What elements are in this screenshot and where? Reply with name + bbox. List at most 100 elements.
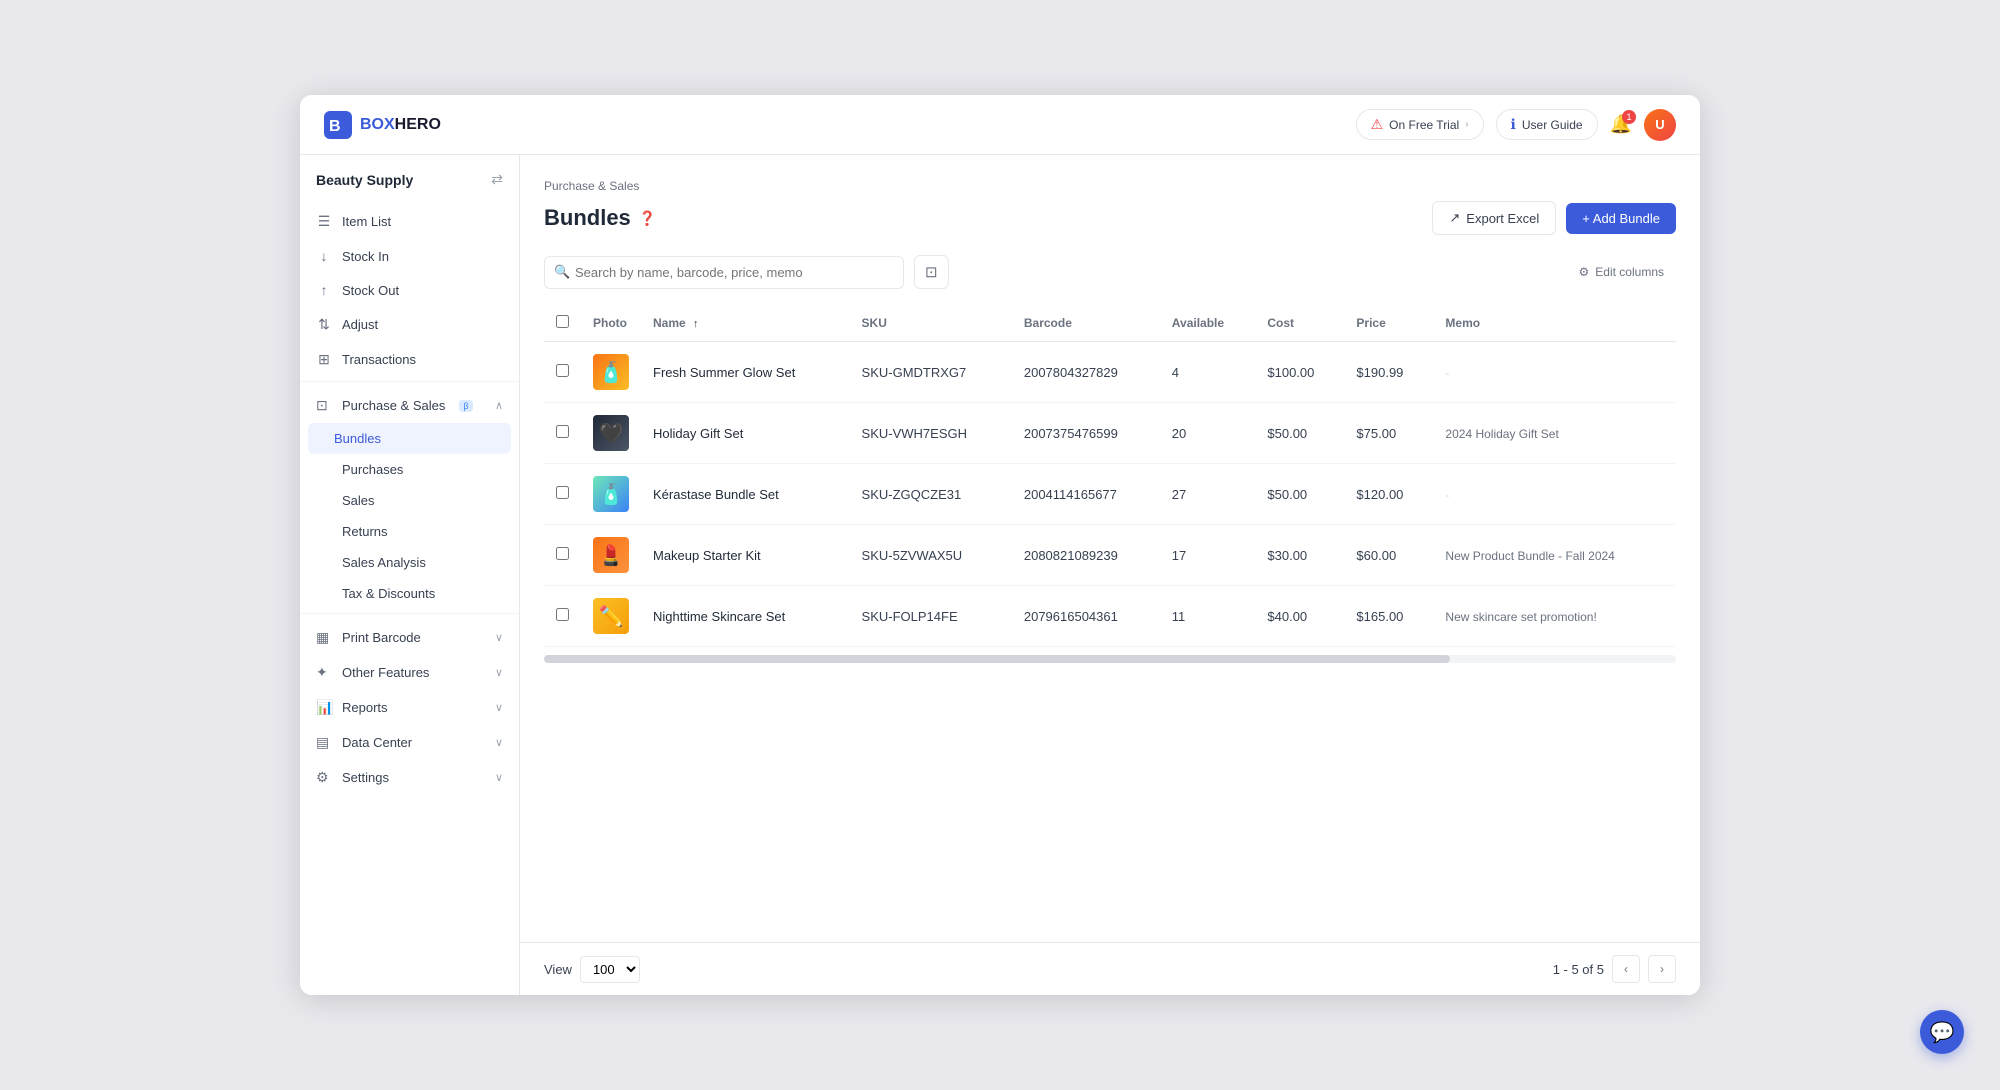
sidebar-item-transactions[interactable]: ⊞ Transactions bbox=[300, 342, 519, 377]
user-guide-label: User Guide bbox=[1522, 118, 1583, 132]
notifications-button[interactable]: 🔔 1 bbox=[1610, 114, 1632, 135]
svg-text:B: B bbox=[329, 118, 341, 135]
search-row: 🔍 ⊡ ⚙ Edit columns bbox=[544, 255, 1676, 289]
row-cost: $50.00 bbox=[1255, 464, 1344, 525]
barcode-scan-button[interactable]: ⊡ bbox=[914, 255, 949, 289]
warning-icon: ⚠ bbox=[1371, 116, 1384, 133]
row-checkbox[interactable] bbox=[556, 425, 569, 438]
sidebar-item-purchases[interactable]: Purchases bbox=[300, 454, 519, 485]
row-checkbox-cell bbox=[544, 342, 581, 403]
settings-icon: ⚙ bbox=[316, 769, 332, 786]
row-photo: 🧴 bbox=[581, 342, 641, 403]
row-memo: New Product Bundle - Fall 2024 bbox=[1433, 525, 1676, 586]
header-barcode: Barcode bbox=[1012, 305, 1160, 342]
sidebar-item-item-list[interactable]: ☰ Item List bbox=[300, 204, 519, 239]
header: B BOXHERO ⚠ On Free Trial › ℹ User Guide… bbox=[300, 95, 1700, 155]
avatar[interactable]: U bbox=[1644, 109, 1676, 141]
row-cost: $30.00 bbox=[1255, 525, 1344, 586]
next-page-button[interactable]: › bbox=[1648, 955, 1676, 983]
user-guide-button[interactable]: ℹ User Guide bbox=[1496, 109, 1598, 140]
row-available: 27 bbox=[1160, 464, 1256, 525]
row-price: $190.99 bbox=[1344, 342, 1433, 403]
view-select[interactable]: 100 50 25 bbox=[580, 956, 640, 983]
product-photo: ✏️ bbox=[593, 598, 629, 634]
sidebar-item-bundles[interactable]: Bundles bbox=[308, 423, 511, 454]
row-checkbox[interactable] bbox=[556, 547, 569, 560]
row-available: 20 bbox=[1160, 403, 1256, 464]
row-price: $165.00 bbox=[1344, 586, 1433, 647]
row-barcode: 2080821089239 bbox=[1012, 525, 1160, 586]
sidebar-item-other-features[interactable]: ✦ Other Features ∨ bbox=[300, 655, 519, 690]
product-photo: 🖤 bbox=[593, 415, 629, 451]
sidebar-item-tax-discounts[interactable]: Tax & Discounts bbox=[300, 578, 519, 609]
sidebar-item-stock-in[interactable]: ↓ Stock In bbox=[300, 239, 519, 273]
page-header: Bundles ❓ ↗ Export Excel + Add Bundle bbox=[544, 201, 1676, 235]
item-list-icon: ☰ bbox=[316, 213, 332, 230]
horizontal-scrollbar[interactable] bbox=[544, 655, 1676, 663]
row-name[interactable]: Kérastase Bundle Set bbox=[641, 464, 850, 525]
sidebar-item-label: Settings bbox=[342, 770, 389, 785]
sidebar-item-sales[interactable]: Sales bbox=[300, 485, 519, 516]
header-memo: Memo bbox=[1433, 305, 1676, 342]
sidebar-item-label: Stock In bbox=[342, 249, 389, 264]
sidebar-item-settings[interactable]: ⚙ Settings ∨ bbox=[300, 760, 519, 795]
reports-icon: 📊 bbox=[316, 699, 332, 716]
row-price: $60.00 bbox=[1344, 525, 1433, 586]
help-icon[interactable]: ❓ bbox=[639, 210, 656, 227]
row-name[interactable]: Holiday Gift Set bbox=[641, 403, 850, 464]
export-icon: ↗ bbox=[1449, 210, 1460, 226]
stock-out-icon: ↑ bbox=[316, 282, 332, 298]
row-name[interactable]: Fresh Summer Glow Set bbox=[641, 342, 850, 403]
table-row[interactable]: ✏️ Nighttime Skincare Set SKU-FOLP14FE 2… bbox=[544, 586, 1676, 647]
sidebar-item-reports[interactable]: 📊 Reports ∨ bbox=[300, 690, 519, 725]
table-row[interactable]: 🖤 Holiday Gift Set SKU-VWH7ESGH 20073754… bbox=[544, 403, 1676, 464]
add-bundle-button[interactable]: + Add Bundle bbox=[1566, 203, 1676, 234]
sidebar-item-returns[interactable]: Returns bbox=[300, 516, 519, 547]
table-row[interactable]: 💄 Makeup Starter Kit SKU-5ZVWAX5U 208082… bbox=[544, 525, 1676, 586]
row-available: 17 bbox=[1160, 525, 1256, 586]
chevron-down-icon: ∨ bbox=[495, 631, 503, 644]
sidebar-item-data-center[interactable]: ▤ Data Center ∨ bbox=[300, 725, 519, 760]
content-area: Purchase & Sales Bundles ❓ ↗ Export Exce… bbox=[520, 155, 1700, 995]
sidebar-item-stock-out[interactable]: ↑ Stock Out bbox=[300, 273, 519, 307]
search-input-wrap: 🔍 bbox=[544, 256, 904, 289]
row-price: $75.00 bbox=[1344, 403, 1433, 464]
table-row[interactable]: 🧴 Fresh Summer Glow Set SKU-GMDTRXG7 200… bbox=[544, 342, 1676, 403]
row-name[interactable]: Nighttime Skincare Set bbox=[641, 586, 850, 647]
row-photo: 🖤 bbox=[581, 403, 641, 464]
row-photo: 🧴 bbox=[581, 464, 641, 525]
sidebar-item-sales-analysis[interactable]: Sales Analysis bbox=[300, 547, 519, 578]
row-memo: - bbox=[1433, 464, 1676, 525]
edit-columns-button[interactable]: ⚙ Edit columns bbox=[1567, 259, 1676, 285]
select-all-checkbox[interactable] bbox=[556, 315, 569, 328]
prev-page-button[interactable]: ‹ bbox=[1612, 955, 1640, 983]
chat-button[interactable]: 💬 bbox=[1920, 1010, 1964, 1054]
main-layout: Beauty Supply ⇄ ☰ Item List ↓ Stock In ↑… bbox=[300, 155, 1700, 995]
header-right: ⚠ On Free Trial › ℹ User Guide 🔔 1 U bbox=[1356, 109, 1676, 141]
row-sku: SKU-FOLP14FE bbox=[850, 586, 1012, 647]
sidebar-item-adjust[interactable]: ⇅ Adjust bbox=[300, 307, 519, 342]
sidebar-header: Beauty Supply ⇄ bbox=[300, 155, 519, 196]
adjust-icon: ⇅ bbox=[316, 316, 332, 333]
workspace-expand-icon[interactable]: ⇄ bbox=[491, 171, 503, 188]
purchase-sales-icon: ⊡ bbox=[316, 397, 332, 414]
row-name[interactable]: Makeup Starter Kit bbox=[641, 525, 850, 586]
search-input[interactable] bbox=[544, 256, 904, 289]
row-cost: $40.00 bbox=[1255, 586, 1344, 647]
row-checkbox[interactable] bbox=[556, 364, 569, 377]
purchase-sales-collapse[interactable]: ⊡ Purchase & Sales β ∧ bbox=[300, 388, 519, 423]
bottom-nav-section: ▦ Print Barcode ∨ ✦ Other Features ∨ 📊 R… bbox=[300, 613, 519, 795]
header-name[interactable]: Name ↑ bbox=[641, 305, 850, 342]
sidebar-item-print-barcode[interactable]: ▦ Print Barcode ∨ bbox=[300, 620, 519, 655]
sidebar-item-label: Other Features bbox=[342, 665, 429, 680]
page-title-row: Bundles ❓ bbox=[544, 205, 656, 231]
row-checkbox[interactable] bbox=[556, 608, 569, 621]
sidebar-item-label: Stock Out bbox=[342, 283, 399, 298]
free-trial-button[interactable]: ⚠ On Free Trial › bbox=[1356, 109, 1484, 140]
row-checkbox-cell bbox=[544, 525, 581, 586]
export-excel-button[interactable]: ↗ Export Excel bbox=[1432, 201, 1556, 235]
table-row[interactable]: 🧴 Kérastase Bundle Set SKU-ZGQCZE31 2004… bbox=[544, 464, 1676, 525]
header-checkbox-cell bbox=[544, 305, 581, 342]
logo-icon: B bbox=[324, 111, 352, 139]
row-checkbox[interactable] bbox=[556, 486, 569, 499]
